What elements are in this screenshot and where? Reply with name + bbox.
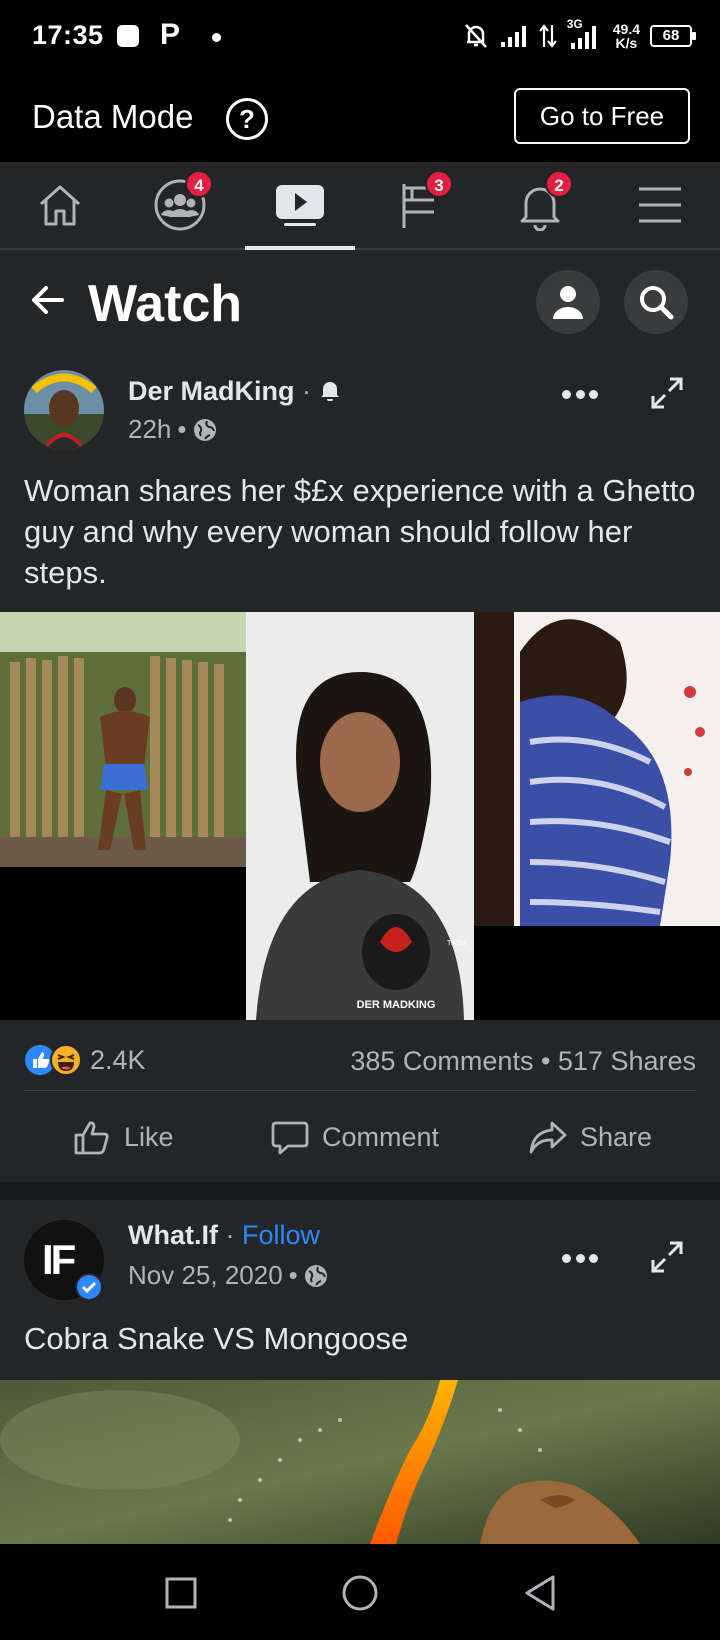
avatar-logo-text: IF xyxy=(42,1236,76,1283)
data-arrows-icon xyxy=(538,24,557,48)
share-button[interactable]: Share xyxy=(528,1092,652,1182)
data-mode-label: Data Mode xyxy=(32,98,194,135)
more-options-button[interactable] xyxy=(562,390,598,400)
status-bar: 17:35 P 3G 49.4 K/s 68 xyxy=(0,0,720,74)
post-meta: 22h • xyxy=(128,414,217,445)
author-avatar[interactable]: IF xyxy=(24,1220,104,1301)
system-nav-bar xyxy=(0,1544,720,1640)
watch-header: Watch xyxy=(0,250,720,354)
author-separator: · xyxy=(302,376,312,406)
thumbnail-collage[interactable]: DER MADKING TikTok xyxy=(0,612,720,1020)
watermark-text: DER MADKING xyxy=(357,999,436,1011)
post-author[interactable]: Der MadKing · xyxy=(128,376,341,407)
expand-icon[interactable] xyxy=(650,376,684,410)
video-post: IF What.If · Follow Nov 25, 2020 • Cobra… xyxy=(0,1200,720,1380)
home-icon xyxy=(39,185,81,226)
dot-icon xyxy=(589,390,598,399)
expand-icon[interactable] xyxy=(650,1240,684,1274)
battery-indicator: 68 xyxy=(650,25,696,47)
reactions-summary[interactable]: 2.4K xyxy=(24,1044,146,1076)
post-caption: Woman shares her $£x experience with a G… xyxy=(24,473,696,590)
thumbs-up-icon xyxy=(74,1121,109,1155)
share-label: Share xyxy=(580,1121,653,1152)
nav-home[interactable] xyxy=(5,162,115,248)
pages-badge: 3 xyxy=(425,170,453,198)
haha-reaction-icon xyxy=(50,1044,82,1076)
net-speed: 49.4 K/s xyxy=(612,21,640,51)
data-mode-bar: Data Mode ? Go to Free xyxy=(0,74,720,162)
page-title: Watch xyxy=(88,275,243,333)
home-circle-icon[interactable] xyxy=(341,1574,379,1612)
dot-icon xyxy=(575,390,585,399)
post-caption: Cobra Snake VS Mongoose xyxy=(24,1321,409,1356)
carrier-letter: P xyxy=(160,18,181,51)
status-time: 17:35 xyxy=(32,20,104,50)
post-time[interactable]: Nov 25, 2020 xyxy=(128,1260,283,1291)
person-icon xyxy=(553,286,583,319)
post-actions: Like Comment Share xyxy=(0,1092,720,1182)
verified-badge-icon xyxy=(75,1273,103,1301)
comment-button[interactable]: Comment xyxy=(270,1092,439,1182)
author-separator: · xyxy=(225,1220,235,1250)
post-time[interactable]: 22h xyxy=(128,414,171,445)
dot-icon xyxy=(562,1254,571,1263)
search-button[interactable] xyxy=(624,270,688,334)
nav-watch[interactable] xyxy=(245,162,355,250)
comments-shares-count[interactable]: 385 Comments • 517 Shares xyxy=(350,1046,696,1077)
signal-icon xyxy=(500,26,526,47)
comment-label: Comment xyxy=(322,1121,440,1152)
share-arrow-icon xyxy=(529,1121,567,1154)
follow-button[interactable]: Follow xyxy=(242,1220,320,1250)
status-right-cluster: 3G 49.4 K/s 68 xyxy=(463,17,696,54)
notifications-badge: 2 xyxy=(545,170,573,198)
help-icon[interactable]: ? xyxy=(226,98,268,140)
feed-separator xyxy=(0,1182,720,1200)
stats-divider xyxy=(24,1090,696,1091)
post-meta: Nov 25, 2020 • xyxy=(128,1260,328,1291)
notification-square-icon xyxy=(117,25,139,47)
watch-icon xyxy=(276,185,324,226)
go-to-free-button[interactable]: Go to Free xyxy=(514,88,690,144)
nav-groups[interactable]: 4 xyxy=(125,162,235,248)
like-button[interactable]: Like xyxy=(72,1092,174,1182)
profile-button[interactable] xyxy=(536,270,600,334)
video-post: Der MadKing · 22h • Woman shares her $£x… xyxy=(0,354,720,612)
menu-icon xyxy=(639,187,681,223)
video-thumbnail[interactable]: DER MADKING TikTok xyxy=(0,612,720,1020)
notification-bell-icon[interactable] xyxy=(319,379,341,402)
dot-icon xyxy=(575,1254,585,1263)
dot-icon xyxy=(589,1254,598,1263)
reaction-count: 2.4K xyxy=(90,1044,146,1075)
signal-3g-icon: 3G xyxy=(567,17,603,51)
globe-icon xyxy=(304,1264,327,1287)
video-thumbnail[interactable] xyxy=(0,1380,720,1544)
tiktok-watermark: TikTok xyxy=(447,940,467,947)
groups-badge: 4 xyxy=(185,170,213,198)
recent-apps-icon[interactable] xyxy=(164,1576,198,1610)
nav-notifications[interactable]: 2 xyxy=(485,162,595,248)
post-author[interactable]: What.If · Follow xyxy=(128,1220,320,1251)
top-nav-bar: 4 3 2 xyxy=(0,162,720,250)
back-triangle-icon[interactable] xyxy=(522,1574,558,1612)
nav-pages[interactable]: 3 xyxy=(365,162,475,248)
cobra-mongoose-thumbnail[interactable] xyxy=(0,1380,720,1544)
more-options-button[interactable] xyxy=(562,1254,598,1264)
back-arrow-icon[interactable] xyxy=(28,280,68,320)
comment-icon xyxy=(271,1121,309,1155)
bell-muted-icon xyxy=(464,24,487,48)
nav-menu[interactable] xyxy=(605,162,715,248)
search-icon xyxy=(640,286,674,320)
notification-dot-icon xyxy=(212,33,221,42)
author-avatar[interactable] xyxy=(24,370,104,450)
dot-icon xyxy=(562,390,571,399)
globe-icon xyxy=(193,418,216,441)
like-label: Like xyxy=(124,1121,174,1152)
